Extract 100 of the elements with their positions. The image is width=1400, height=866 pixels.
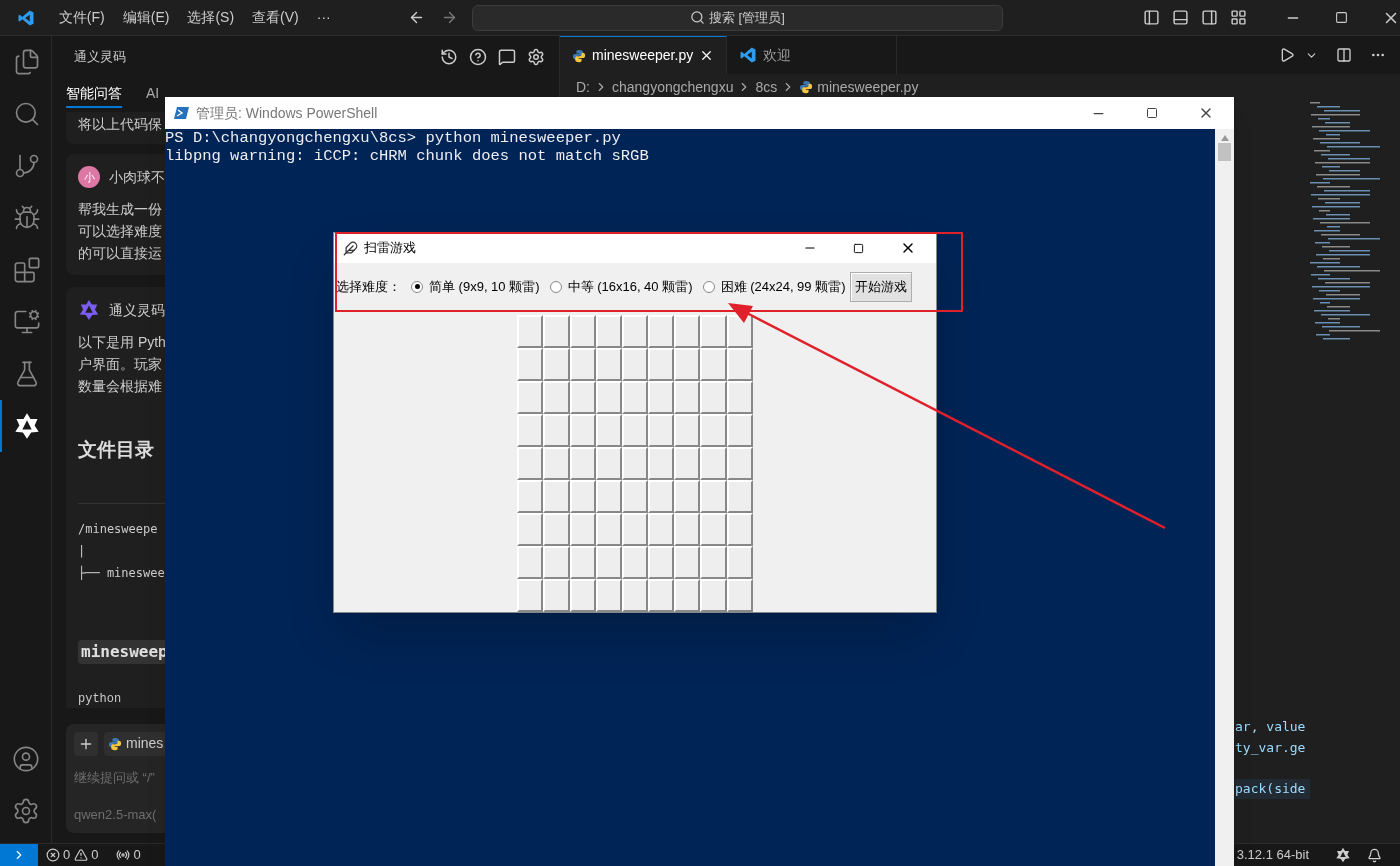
mine-cell[interactable]	[595, 546, 622, 579]
mine-cell[interactable]	[517, 546, 544, 579]
account-icon[interactable]	[11, 745, 40, 773]
scrollbar-thumb[interactable]	[1218, 143, 1231, 161]
editor-tab[interactable]: minesweeper.py	[560, 36, 728, 74]
mine-cell[interactable]	[648, 381, 675, 414]
panel-bottom-icon[interactable]	[1172, 9, 1189, 26]
mine-cell[interactable]	[517, 447, 544, 480]
settings-icon[interactable]	[527, 48, 545, 66]
mine-cell[interactable]	[569, 348, 596, 381]
menu-item[interactable]: 编辑(E)	[115, 7, 177, 28]
mine-cell[interactable]	[726, 546, 753, 579]
error-count[interactable]: 0	[63, 845, 71, 865]
help-icon[interactable]	[469, 48, 487, 66]
mine-cell[interactable]	[674, 480, 701, 513]
mine-cell[interactable]	[648, 414, 675, 447]
mine-cell[interactable]	[700, 546, 727, 579]
mine-cell[interactable]	[569, 414, 596, 447]
scroll-up-icon[interactable]	[1220, 135, 1229, 141]
mine-cell[interactable]	[700, 447, 727, 480]
mine-cell[interactable]	[726, 447, 753, 480]
mine-cell[interactable]	[726, 513, 753, 546]
mine-cell[interactable]	[726, 579, 753, 612]
mine-cell[interactable]	[621, 381, 649, 414]
maximize-icon[interactable]	[1146, 107, 1158, 119]
warning-icon[interactable]	[74, 848, 89, 862]
menu-item[interactable]: 查看(V)	[245, 7, 306, 28]
mine-cell[interactable]	[595, 348, 622, 381]
scrollbar[interactable]	[1215, 129, 1234, 866]
mine-cell[interactable]	[674, 447, 701, 480]
mine-cell[interactable]	[700, 381, 727, 414]
mine-cell[interactable]	[543, 381, 570, 414]
mine-cell[interactable]	[726, 381, 753, 414]
split-editor-icon[interactable]	[1336, 47, 1352, 63]
mine-cell[interactable]	[543, 348, 570, 381]
editor-tab[interactable]: 欢迎	[727, 36, 898, 74]
mine-cell[interactable]	[517, 480, 544, 513]
mine-cell[interactable]	[569, 447, 596, 480]
mine-cell[interactable]	[569, 513, 596, 546]
mine-cell[interactable]	[674, 579, 701, 612]
history-icon[interactable]	[440, 48, 458, 66]
run-icon[interactable]	[1279, 47, 1295, 63]
mine-cell[interactable]	[595, 480, 622, 513]
mine-cell[interactable]	[569, 480, 596, 513]
start-button[interactable]: 开始游戏	[849, 271, 912, 302]
search-field[interactable]: 搜索 [管理员]	[471, 4, 1003, 31]
mine-cell[interactable]	[700, 414, 727, 447]
error-icon[interactable]	[46, 848, 60, 862]
mine-cell[interactable]	[595, 381, 622, 414]
mine-cell[interactable]	[648, 513, 675, 546]
layout-icon[interactable]	[1230, 9, 1247, 26]
mine-cell[interactable]	[700, 348, 727, 381]
mine-cell[interactable]	[595, 513, 622, 546]
mine-cell[interactable]	[674, 513, 701, 546]
menu-item[interactable]: 文件(F)	[51, 7, 112, 28]
difficulty-option[interactable]: 困难 (24x24, 99 颗雷)	[702, 276, 846, 297]
mine-cell[interactable]	[674, 381, 701, 414]
mine-cell[interactable]	[726, 480, 753, 513]
mine-cell[interactable]	[543, 414, 570, 447]
mine-cell[interactable]	[595, 315, 622, 348]
file-chip[interactable]: mines	[104, 731, 168, 756]
panel-tab[interactable]: AI	[146, 83, 160, 108]
breadcrumb-item[interactable]: 8cs	[755, 76, 778, 98]
mine-cell[interactable]	[648, 348, 675, 381]
mine-cell[interactable]	[674, 546, 701, 579]
mine-cell[interactable]	[648, 447, 675, 480]
maximize-icon[interactable]	[853, 242, 864, 254]
mine-cell[interactable]	[621, 513, 649, 546]
mine-cell[interactable]	[621, 414, 649, 447]
panel-tab[interactable]: 智能问答	[66, 83, 122, 108]
mine-cell[interactable]	[648, 480, 675, 513]
mine-cell[interactable]	[726, 414, 753, 447]
chat-icon[interactable]	[498, 48, 516, 66]
mine-cell[interactable]	[648, 315, 675, 348]
difficulty-option[interactable]: 中等 (16x16, 40 颗雷)	[549, 276, 693, 297]
mine-cell[interactable]	[621, 447, 649, 480]
mine-cell[interactable]	[700, 480, 727, 513]
breadcrumb-item[interactable]: changyongchengxu	[612, 76, 734, 98]
menu-item[interactable]: ···	[309, 7, 338, 28]
mine-cell[interactable]	[700, 315, 727, 348]
mine-cell[interactable]	[569, 546, 596, 579]
mine-cell[interactable]	[595, 447, 622, 480]
difficulty-option[interactable]: 简单 (9x9, 10 颗雷)	[411, 276, 540, 297]
mine-cell[interactable]	[648, 546, 675, 579]
mine-cell[interactable]	[595, 414, 622, 447]
mine-cell[interactable]	[621, 579, 649, 612]
mine-cell[interactable]	[700, 513, 727, 546]
mine-cell[interactable]	[517, 381, 544, 414]
mine-cell[interactable]	[543, 513, 570, 546]
mine-cell[interactable]	[569, 579, 596, 612]
mine-cell[interactable]	[543, 447, 570, 480]
notification-icon[interactable]	[1367, 847, 1382, 863]
bug-icon[interactable]	[12, 204, 41, 232]
mine-cell[interactable]	[543, 579, 570, 612]
mine-cell[interactable]	[621, 348, 649, 381]
interpreter-version[interactable]: 3.12.1 64-bit	[1236, 845, 1309, 865]
mine-cell[interactable]	[726, 348, 753, 381]
mine-cell[interactable]	[517, 513, 544, 546]
chat-input[interactable]: 继续提问或 “/”	[74, 767, 162, 787]
mine-cell[interactable]	[700, 579, 727, 612]
